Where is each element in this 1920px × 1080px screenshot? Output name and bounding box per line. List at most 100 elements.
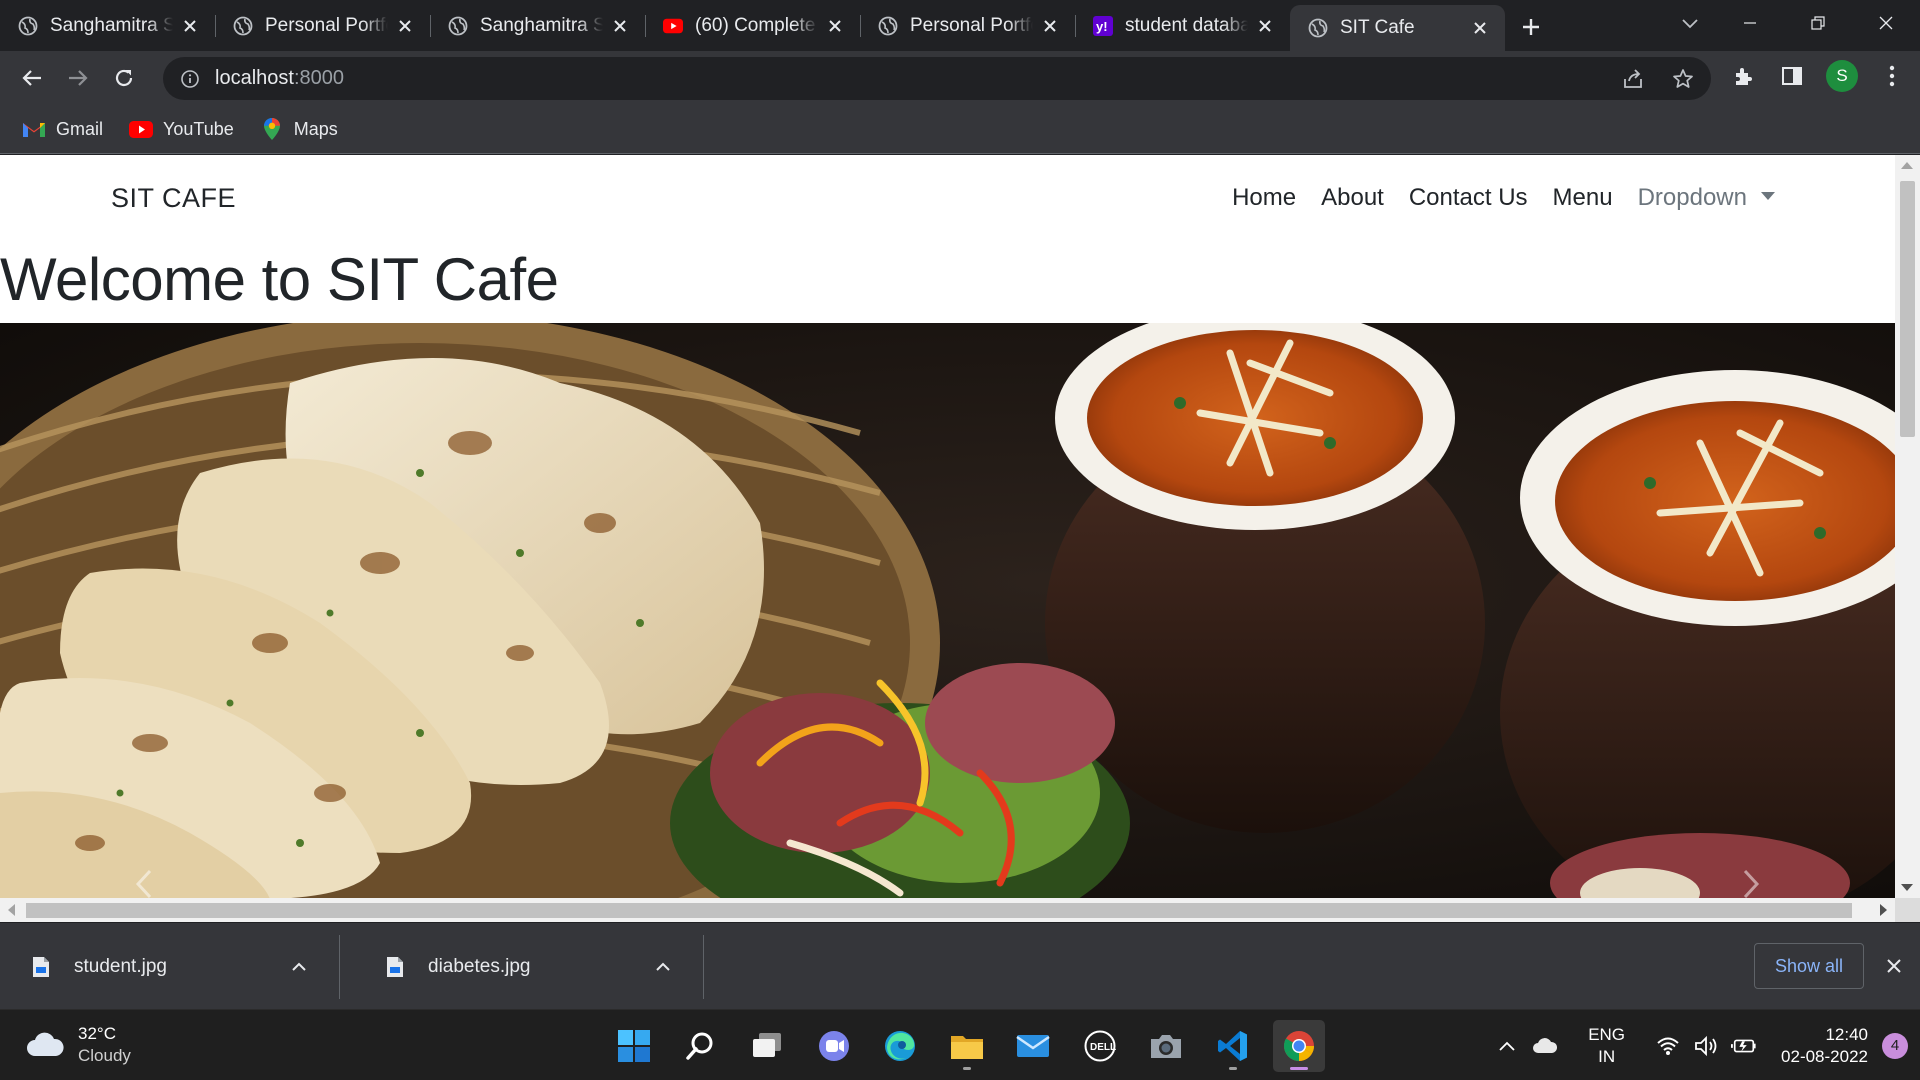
back-button[interactable]: [14, 60, 50, 96]
tab-4[interactable]: Personal Portfo: [860, 5, 1075, 46]
show-all-downloads-button[interactable]: Show all: [1753, 943, 1864, 989]
bookmark-youtube[interactable]: YouTube: [129, 119, 234, 140]
download-item-0[interactable]: student.jpg: [0, 935, 340, 999]
nav-home[interactable]: Home: [1232, 184, 1296, 212]
task-view-button[interactable]: [741, 1020, 793, 1072]
close-icon[interactable]: [1039, 15, 1061, 37]
tab-title: Sanghamitra Sa: [50, 14, 173, 36]
tab-search-button[interactable]: [1676, 10, 1704, 38]
bookmark-maps[interactable]: Maps: [260, 118, 338, 140]
scroll-right-arrow-icon[interactable]: [1880, 904, 1887, 916]
download-item-1[interactable]: diabetes.jpg: [354, 935, 704, 999]
volume-icon[interactable]: [1693, 1033, 1719, 1059]
input-language-indicator[interactable]: ENG IN: [1588, 1024, 1625, 1068]
nav-contact-us[interactable]: Contact Us: [1409, 184, 1528, 212]
battery-icon[interactable]: [1731, 1033, 1757, 1059]
nav-about[interactable]: About: [1321, 184, 1384, 212]
window-controls: [1716, 0, 1920, 46]
horizontal-scrollbar[interactable]: [0, 898, 1895, 922]
chevron-up-icon[interactable]: [651, 955, 675, 979]
carousel-prev-icon[interactable]: [130, 869, 160, 898]
address-bar[interactable]: localhost:8000: [163, 57, 1711, 100]
bookmark-gmail[interactable]: Gmail: [22, 119, 103, 140]
taskbar-search-button[interactable]: [675, 1020, 727, 1072]
wifi-icon[interactable]: [1655, 1033, 1681, 1059]
hero-carousel-image: [0, 323, 1895, 898]
camera-icon: [1151, 1035, 1181, 1058]
close-icon[interactable]: [394, 15, 416, 37]
bookmark-star-icon[interactable]: [1669, 65, 1697, 93]
file-explorer-icon: [950, 1036, 983, 1059]
side-panel-icon[interactable]: [1778, 62, 1806, 90]
tab-title: student databa: [1125, 14, 1248, 36]
chevron-up-icon[interactable]: [1494, 1033, 1520, 1059]
chrome-button[interactable]: [1273, 1020, 1325, 1072]
vertical-scroll-thumb[interactable]: [1900, 181, 1915, 437]
task-view-icon: [753, 1033, 781, 1057]
chevron-up-icon[interactable]: [287, 955, 311, 979]
chevron-down-icon: [1682, 19, 1698, 29]
close-icon[interactable]: [1254, 15, 1276, 37]
new-tab-button[interactable]: [1509, 5, 1553, 49]
close-icon[interactable]: [609, 15, 631, 37]
chrome-icon: [1283, 1031, 1314, 1061]
minimize-button[interactable]: [1716, 0, 1784, 46]
camera-button[interactable]: [1140, 1020, 1192, 1072]
page-viewport: SIT CAFE Home About Contact Us Menu Drop…: [0, 155, 1920, 922]
tab-0[interactable]: Sanghamitra Sa: [0, 5, 215, 46]
scroll-down-arrow-icon[interactable]: [1901, 884, 1913, 891]
close-icon[interactable]: [179, 15, 201, 37]
onedrive-cloud-icon[interactable]: [1532, 1033, 1558, 1059]
system-tray: ENG IN 12:40 02-08-2022 4: [1494, 1010, 1920, 1080]
tab-5[interactable]: y! student databa: [1075, 5, 1290, 46]
tab-6-active[interactable]: SIT Cafe: [1290, 5, 1505, 51]
tab-strip: Sanghamitra Sa Personal Portfo Sanghamit…: [0, 0, 1920, 51]
close-window-button[interactable]: [1852, 0, 1920, 46]
app-running-indicator: [1228, 1067, 1237, 1070]
close-icon[interactable]: [1882, 954, 1906, 978]
caret-down-icon: [1761, 191, 1775, 200]
nav-dropdown[interactable]: Dropdown: [1638, 184, 1775, 212]
tab-2[interactable]: Sanghamitra Sa: [430, 5, 645, 46]
profile-avatar[interactable]: S: [1826, 60, 1858, 92]
info-icon[interactable]: [179, 68, 201, 90]
nav-links: Home About Contact Us Menu Dropdown: [1207, 184, 1775, 212]
forward-button[interactable]: [60, 60, 96, 96]
dell-app-button[interactable]: DELL: [1074, 1020, 1126, 1072]
notification-badge[interactable]: 4: [1882, 1032, 1908, 1059]
mail-button[interactable]: [1007, 1020, 1059, 1072]
youtube-icon: [663, 16, 683, 36]
system-clock[interactable]: 12:40 02-08-2022: [1781, 1024, 1868, 1068]
tab-1[interactable]: Personal Portfo: [215, 5, 430, 46]
scroll-up-arrow-icon[interactable]: [1901, 162, 1913, 169]
windows-start-button[interactable]: [608, 1020, 660, 1072]
tab-title: SIT Cafe: [1340, 17, 1415, 38]
share-icon[interactable]: [1619, 65, 1647, 93]
taskbar-apps: DELL: [608, 1020, 1340, 1072]
clock-time: 12:40: [1825, 1024, 1868, 1044]
teams-chat-button[interactable]: [808, 1020, 860, 1072]
scroll-left-arrow-icon[interactable]: [8, 904, 15, 916]
nav-menu[interactable]: Menu: [1553, 184, 1613, 212]
close-icon[interactable]: [1469, 17, 1491, 39]
vertical-scrollbar[interactable]: [1895, 155, 1920, 898]
extensions-puzzle-icon[interactable]: [1730, 62, 1758, 90]
restore-icon: [1811, 16, 1825, 30]
vscode-button[interactable]: [1207, 1020, 1259, 1072]
nav-dropdown-label: Dropdown: [1637, 184, 1747, 211]
site-brand[interactable]: SIT CAFE: [111, 183, 236, 214]
file-explorer-button[interactable]: [941, 1020, 993, 1072]
reload-button[interactable]: [106, 60, 142, 96]
edge-browser-button[interactable]: [874, 1020, 926, 1072]
lang-code: ENG: [1588, 1024, 1626, 1044]
url-text: localhost:8000: [215, 67, 344, 90]
browser-toolbar: localhost:8000 S: [0, 51, 1920, 105]
tab-3[interactable]: (60) Complete: [645, 5, 860, 46]
close-icon[interactable]: [824, 15, 846, 37]
carousel-next-icon[interactable]: [1735, 869, 1765, 898]
horizontal-scroll-thumb[interactable]: [26, 903, 1852, 918]
gmail-icon: [22, 119, 46, 139]
weather-widget[interactable]: 32°C Cloudy: [26, 1023, 131, 1067]
restore-button[interactable]: [1784, 0, 1852, 46]
kebab-menu-icon[interactable]: [1878, 62, 1906, 90]
